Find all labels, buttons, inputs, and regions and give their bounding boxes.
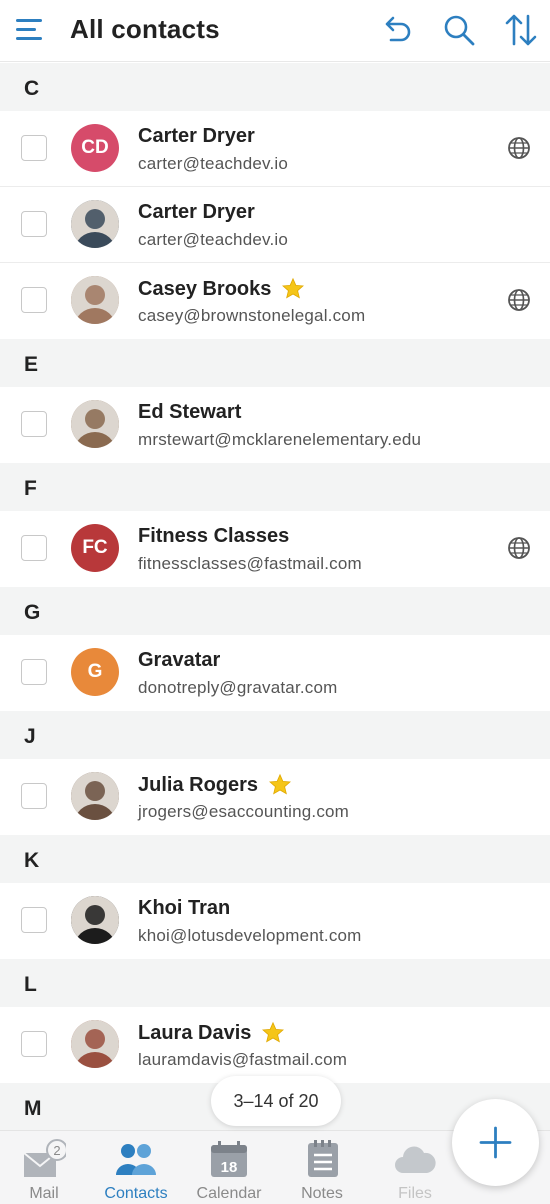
mail-badge: 2 — [53, 1143, 60, 1158]
select-checkbox[interactable] — [21, 659, 47, 685]
search-icon[interactable] — [441, 12, 477, 48]
select-checkbox[interactable] — [21, 411, 47, 437]
pagination-indicator: 3–14 of 20 — [211, 1076, 341, 1126]
plus-icon — [479, 1126, 512, 1159]
star-icon — [281, 277, 305, 301]
contact-row[interactable]: Khoi Tran khoi@lotusdevelopment.com — [0, 883, 550, 959]
nav-contacts-label: Contacts — [104, 1185, 168, 1202]
contact-email: jrogers@esaccounting.com — [138, 802, 350, 821]
contact-row[interactable]: Carter Dryer carter@teachdev.io — [0, 187, 550, 263]
contact-row[interactable]: Laura Davis lauramdavis@fastmail.com — [0, 1007, 550, 1083]
contact-row[interactable]: CD Carter Dryer carter@teachdev.io — [0, 111, 550, 187]
select-checkbox[interactable] — [21, 211, 47, 237]
contact-email: mrstewart@mcklarenelementary.edu — [138, 430, 422, 449]
contact-row[interactable]: Ed Stewart mrstewart@mcklarenelementary.e… — [0, 387, 550, 463]
contact-name: Laura Davis — [138, 1021, 252, 1044]
avatar — [71, 1020, 119, 1068]
contact-name-container: Laura Davis — [138, 1021, 285, 1045]
mail-icon: 2 — [23, 1139, 66, 1177]
contact-name-container: Khoi Tran — [138, 897, 230, 920]
avatar: CD — [71, 124, 119, 172]
contact-name-container: Carter Dryer — [138, 201, 255, 224]
page-title: All contacts — [70, 14, 220, 44]
contact-name: Ed Stewart — [138, 401, 242, 423]
contact-name-container: Julia Rogers — [138, 773, 292, 797]
avatar-initials: CD — [81, 137, 109, 158]
contact-email: carter@teachdev.io — [138, 154, 289, 173]
section-header-l: L — [0, 959, 550, 1007]
star-icon — [261, 1021, 285, 1045]
select-checkbox[interactable] — [21, 287, 47, 313]
globe-icon[interactable] — [506, 135, 532, 161]
contact-row[interactable]: G Gravatar donotreply@gravatar.com — [0, 635, 550, 711]
select-checkbox[interactable] — [21, 135, 47, 161]
nav-notes[interactable]: Notes — [279, 1139, 365, 1203]
nav-mail[interactable]: 2 Mail — [1, 1139, 87, 1203]
contact-name-container: Carter Dryer — [138, 125, 255, 148]
avatar: FC — [71, 524, 119, 572]
add-contact-button[interactable] — [452, 1099, 539, 1186]
nav-mail-label: Mail — [29, 1185, 59, 1202]
calendar-icon: 18 — [211, 1141, 247, 1177]
nav-notes-label: Notes — [301, 1185, 343, 1202]
avatar — [71, 772, 119, 820]
contact-email: lauramdavis@fastmail.com — [138, 1050, 348, 1069]
section-header-f: F — [0, 463, 550, 511]
nav-calendar[interactable]: 18 Calendar — [186, 1139, 272, 1203]
contact-name: Julia Rogers — [138, 773, 259, 796]
select-checkbox[interactable] — [21, 783, 47, 809]
contact-name: Gravatar — [138, 649, 221, 671]
section-header-e: E — [0, 339, 550, 387]
contact-email: donotreply@gravatar.com — [138, 678, 338, 697]
avatar — [71, 200, 119, 248]
star-icon — [268, 773, 292, 797]
avatar — [71, 276, 119, 324]
contacts-icon — [116, 1144, 156, 1175]
avatar: G — [71, 648, 119, 696]
contact-name: Casey Brooks — [138, 277, 272, 300]
contact-name-container: Casey Brooks — [138, 277, 305, 301]
calendar-day: 18 — [221, 1159, 238, 1176]
contact-email: khoi@lotusdevelopment.com — [138, 926, 362, 945]
contact-list: C CD Carter Dryer carter@teachdev.io Carter … — [0, 63, 550, 1131]
section-header-g: G — [0, 587, 550, 635]
globe-icon[interactable] — [506, 287, 532, 313]
select-checkbox[interactable] — [21, 1031, 47, 1057]
contact-row[interactable]: Casey Brooks casey@brownstonelegal.com — [0, 263, 550, 339]
nav-contacts[interactable]: Contacts — [93, 1139, 179, 1203]
avatar — [71, 400, 119, 448]
undo-icon[interactable] — [379, 12, 415, 48]
menu-icon[interactable] — [16, 17, 44, 43]
contact-name: Khoi Tran — [138, 897, 231, 919]
nav-files[interactable]: Files — [372, 1139, 458, 1203]
avatar — [71, 896, 119, 944]
avatar-initials: G — [87, 661, 103, 682]
contact-email: carter@teachdev.io — [138, 230, 289, 249]
contact-email: fitnessclasses@fastmail.com — [138, 554, 362, 573]
contact-name-container: Fitness Classes — [138, 525, 289, 548]
contact-name-container: Gravatar — [138, 649, 220, 672]
contact-row[interactable]: Julia Rogers jrogers@esaccounting.com — [0, 759, 550, 835]
contact-name: Fitness Classes — [138, 525, 290, 547]
section-header-j: J — [0, 711, 550, 759]
nav-calendar-label: Calendar — [196, 1185, 262, 1202]
nav-files-label: Files — [398, 1185, 432, 1202]
contact-row[interactable]: FC Fitness Classes fitnessclasses@fastmail… — [0, 511, 550, 587]
globe-icon[interactable] — [506, 535, 532, 561]
contact-email: casey@brownstonelegal.com — [138, 306, 366, 325]
avatar-initials: FC — [82, 537, 108, 558]
select-checkbox[interactable] — [21, 907, 47, 933]
sort-icon[interactable] — [503, 12, 539, 48]
select-checkbox[interactable] — [21, 535, 47, 561]
contact-name: Carter Dryer — [138, 125, 255, 147]
section-header-k: K — [0, 835, 550, 883]
notes-icon — [308, 1140, 338, 1177]
contact-name: Carter Dryer — [138, 201, 255, 223]
top-app-bar: All contacts — [0, 0, 550, 62]
section-header-c: C — [0, 63, 550, 111]
contact-name-container: Ed Stewart — [138, 401, 241, 424]
cloud-icon — [395, 1146, 436, 1173]
